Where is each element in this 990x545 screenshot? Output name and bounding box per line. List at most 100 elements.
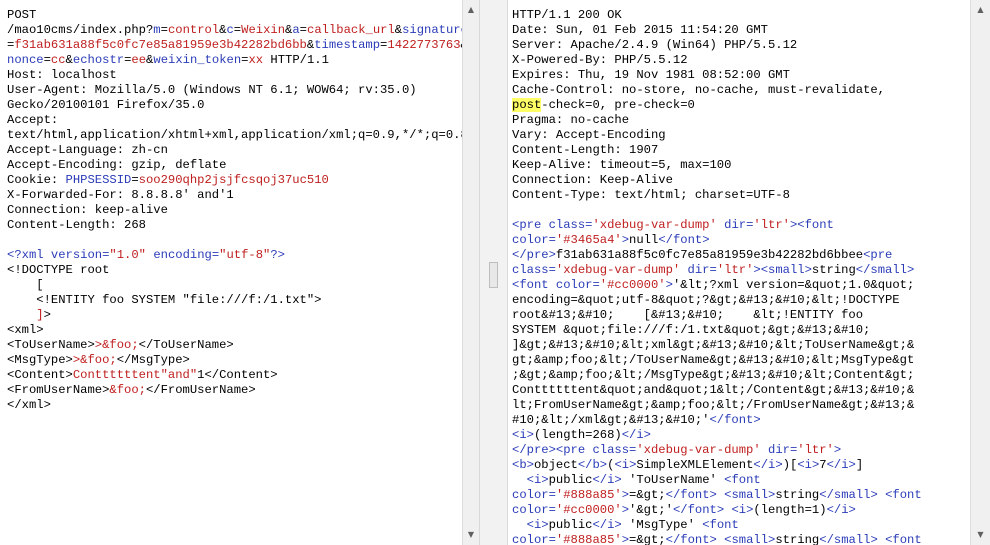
code-token: Conttttttent&quot;and&quot;1&lt;/Content…	[512, 383, 915, 397]
code-token: color=	[512, 503, 556, 517]
code-token: SYSTEM &quot;file:///f:/1.txt&quot;&gt;&…	[512, 323, 871, 337]
code-token: -check=0, pre-check=0	[541, 98, 695, 112]
code-token: <b>	[512, 458, 534, 472]
code-token: 'ltr'	[797, 443, 834, 457]
code-token: SimpleXMLElement	[636, 458, 754, 472]
response-line: #10;&lt;/xml&gt;&#13;&#10;'</font>	[512, 413, 922, 428]
code-token: </ToUserName>	[138, 338, 234, 352]
code-token: 'xdebug-var-dump'	[636, 443, 761, 457]
code-token: </FromUserName>	[145, 383, 256, 397]
code-token: PHPSESSID	[65, 173, 132, 187]
code-token: null	[629, 233, 659, 247]
request-line: POST	[7, 8, 468, 23]
code-token: Accept-Encoding: gzip, deflate	[7, 158, 227, 172]
request-line: <!DOCTYPE root	[7, 263, 468, 278]
code-token: class=	[512, 263, 556, 277]
splitter-handle[interactable]	[489, 262, 498, 288]
code-token: ?>	[270, 248, 285, 262]
code-token: Conttttttent"and"	[72, 368, 198, 382]
code-token: timestamp	[314, 38, 381, 52]
code-token: <font	[702, 518, 739, 532]
code-token: <font	[885, 533, 922, 545]
response-line: post-check=0, pre-check=0	[512, 98, 922, 113]
request-line	[7, 233, 468, 248]
code-token: &	[65, 53, 73, 67]
code-token: public	[548, 518, 593, 532]
code-token: </font>	[658, 233, 710, 247]
code-token: 'ltr'	[753, 218, 790, 232]
code-token: "utf-8"	[219, 248, 271, 262]
code-token: </i>	[826, 458, 856, 472]
code-token: <i>	[731, 503, 754, 517]
code-token: color=	[512, 233, 556, 247]
code-token: </b>	[577, 458, 608, 472]
code-token: X-Powered-By: PHP/5.5.12	[512, 53, 688, 67]
code-token: ]&gt;&#13;&#10;&lt;xml&gt;&#13;&#10;&lt;…	[512, 338, 915, 352]
code-token: =	[160, 23, 168, 37]
request-line: Gecko/20100101 Firefox/35.0	[7, 98, 468, 113]
code-token: </i>	[826, 503, 856, 517]
code-token: '&lt;?xml version=&quot;1.0&quot;	[672, 278, 915, 292]
code-token: <pre	[863, 248, 893, 262]
scroll-down-arrow-icon[interactable]: ▼	[971, 527, 990, 543]
code-token: a	[292, 23, 300, 37]
request-text[interactable]: POST/mao10cms/index.php?m=control&c=Weix…	[7, 8, 468, 413]
code-token: ;&gt;&amp;foo;&lt;/MsgType&gt;&#13;&#10;…	[512, 368, 915, 382]
request-line: <Content>Conttttttent"and"1</Content>	[7, 368, 468, 383]
request-editor[interactable]: POST/mao10cms/index.php?m=control&c=Weix…	[0, 0, 479, 545]
code-token: string	[775, 533, 820, 545]
response-line: encoding=&quot;utf-8&quot;?&gt;&#13;&#10…	[512, 293, 922, 308]
request-line: Accept-Language: zh-cn	[7, 143, 468, 158]
code-token: class=	[548, 218, 593, 232]
code-token: <i>	[526, 518, 549, 532]
response-line: X-Powered-By: PHP/5.5.12	[512, 53, 922, 68]
code-token: <font	[724, 473, 761, 487]
response-scrollbar[interactable]: ▲ ▼	[970, 0, 990, 545]
request-line: X-Forwarded-For: 8.8.8.8' and'1	[7, 188, 468, 203]
code-token: 7	[819, 458, 827, 472]
response-line: color='#888a85'>=&gt;</font> <small>stri…	[512, 488, 922, 503]
code-token: >&foo;	[72, 353, 117, 367]
request-line: text/html,application/xhtml+xml,applicat…	[7, 128, 468, 143]
code-token: =	[43, 53, 51, 67]
code-token: encoding=&quot;utf-8&quot;?&gt;&#13;&#10…	[512, 293, 900, 307]
code-token: (length=268)	[533, 428, 622, 442]
code-token: root&#13;&#10; [&#13;&#10; &lt;!ENTITY f…	[512, 308, 864, 322]
request-scrollbar[interactable]: ▲ ▼	[462, 0, 479, 545]
request-line: Host: localhost	[7, 68, 468, 83]
code-token: color=	[555, 278, 600, 292]
code-token: Content-Length: 1907	[512, 143, 659, 157]
response-line: color='#888a85'>=&gt;</font> <small>stri…	[512, 533, 922, 545]
code-token: echostr	[72, 53, 125, 67]
code-token: dir=	[680, 263, 717, 277]
code-token: &	[394, 23, 403, 37]
pane-divider[interactable]	[479, 0, 508, 545]
response-line: Cache-Control: no-store, no-cache, must-…	[512, 83, 922, 98]
scroll-up-arrow-icon[interactable]: ▲	[463, 2, 479, 18]
code-token: soo290qhp2jsjfcsqoj37uc510	[138, 173, 329, 187]
code-token: f31ab631a88f5c0fc7e85a81959e3b42282bd6bb	[14, 38, 307, 52]
code-token: <small>	[724, 488, 776, 502]
code-token: ee	[131, 53, 147, 67]
response-line: ;&gt;&amp;foo;&lt;/MsgType&gt;&#13;&#10;…	[512, 368, 922, 383]
code-token: </font>	[672, 503, 725, 517]
request-line: <xml>	[7, 323, 468, 338]
code-token: <xml>	[7, 323, 44, 337]
response-line: <font color='#cc0000'>'&lt;?xml version=…	[512, 278, 922, 293]
response-line: Connection: Keep-Alive	[512, 173, 922, 188]
request-line: <ToUserName>>&foo;</ToUserName>	[7, 338, 468, 353]
response-line: <i>(length=268)</i>	[512, 428, 922, 443]
response-line: Vary: Accept-Encoding	[512, 128, 922, 143]
code-token: post	[512, 98, 542, 112]
code-token: /mao10cms/index.php?	[7, 23, 154, 37]
code-token: Server: Apache/2.4.9 (Win64) PHP/5.5.12	[512, 38, 798, 52]
response-line: color='#cc0000'>'&gt;'</font> <i>(length…	[512, 503, 922, 518]
response-viewer[interactable]: HTTP/1.1 200 OK Date: Sun, 01 Feb 2015 11…	[508, 0, 970, 545]
code-token: string	[811, 263, 856, 277]
code-token: string	[775, 488, 820, 502]
scroll-up-arrow-icon[interactable]: ▲	[971, 2, 990, 18]
response-text[interactable]: HTTP/1.1 200 OK Date: Sun, 01 Feb 2015 11…	[512, 8, 922, 545]
scroll-down-arrow-icon[interactable]: ▼	[463, 527, 479, 543]
